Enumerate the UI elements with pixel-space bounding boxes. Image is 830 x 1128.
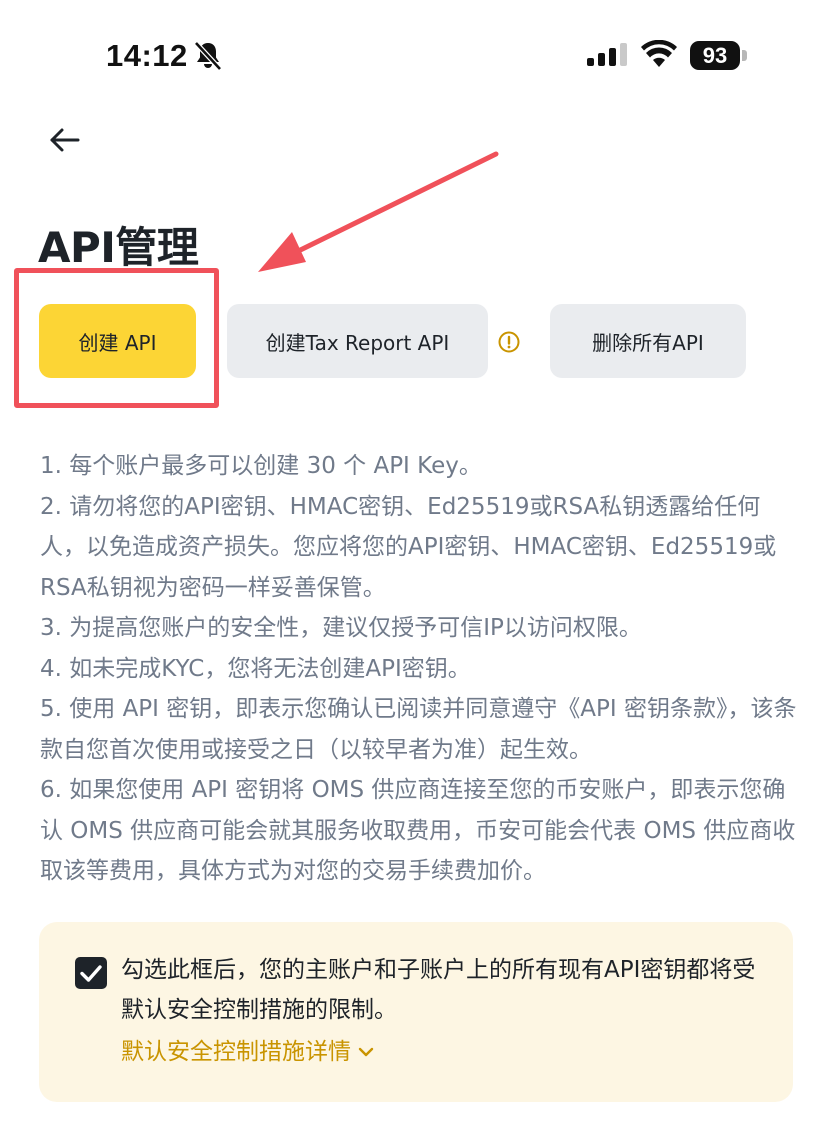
note-item: 1. 每个账户最多可以创建 30 个 API Key。: [40, 453, 482, 479]
wifi-icon: [641, 40, 677, 67]
api-notes-list: 1. 每个账户最多可以创建 30 个 API Key。 2. 请勿将您的API密…: [40, 446, 800, 892]
create-api-button[interactable]: 创建 API: [39, 304, 196, 378]
note-item: 6. 如果您使用 API 密钥将 OMS 供应商连接至您的币安账户，即表示您确认…: [40, 777, 796, 884]
delete-all-api-button[interactable]: 删除所有API: [550, 304, 746, 378]
create-tax-report-api-button[interactable]: 创建Tax Report API: [227, 304, 488, 378]
chevron-down-icon: [358, 1047, 374, 1057]
note-item: 3. 为提高您账户的安全性，建议仅授予可信IP以访问权限。: [40, 615, 642, 641]
consent-checkbox[interactable]: [75, 957, 107, 989]
note-item: 2. 请勿将您的API密钥、HMAC密钥、Ed25519或RSA私钥透露给任何人…: [40, 493, 777, 601]
consent-text: 勾选此框后，您的主账户和子账户上的所有现有API密钥都将受默认安全控制措施的限制…: [121, 957, 756, 1023]
info-icon[interactable]: [497, 330, 521, 354]
battery-icon: 93: [690, 41, 740, 70]
status-time: 14:12: [106, 38, 188, 73]
security-details-link-label: 默认安全控制措施详情: [121, 1039, 351, 1065]
bell-off-icon: [194, 41, 222, 71]
annotation-arrow: [258, 151, 499, 272]
create-tax-report-api-label: 创建Tax Report API: [265, 330, 450, 355]
checkmark-icon: [80, 965, 102, 982]
note-item: 5. 使用 API 密钥，即表示您确认已阅读并同意遵守《API 密钥条款》，该条…: [40, 696, 797, 763]
api-management-page: 14:12 93 API管理 创建 API 创建Tax Report API 删…: [0, 0, 830, 1128]
note-item: 4. 如未完成KYC，您将无法创建API密钥。: [40, 655, 471, 682]
default-security-consent-panel: 勾选此框后，您的主账户和子账户上的所有现有API密钥都将受默认安全控制措施的限制…: [39, 922, 793, 1102]
security-details-link[interactable]: 默认安全控制措施详情: [121, 1032, 375, 1072]
battery-tip: [742, 50, 747, 61]
create-api-label: 创建 API: [78, 330, 157, 355]
page-title: API管理: [38, 223, 199, 272]
signal-icon: [587, 43, 627, 66]
arrow-left-icon[interactable]: [44, 122, 84, 158]
delete-all-api-label: 删除所有API: [592, 330, 704, 355]
